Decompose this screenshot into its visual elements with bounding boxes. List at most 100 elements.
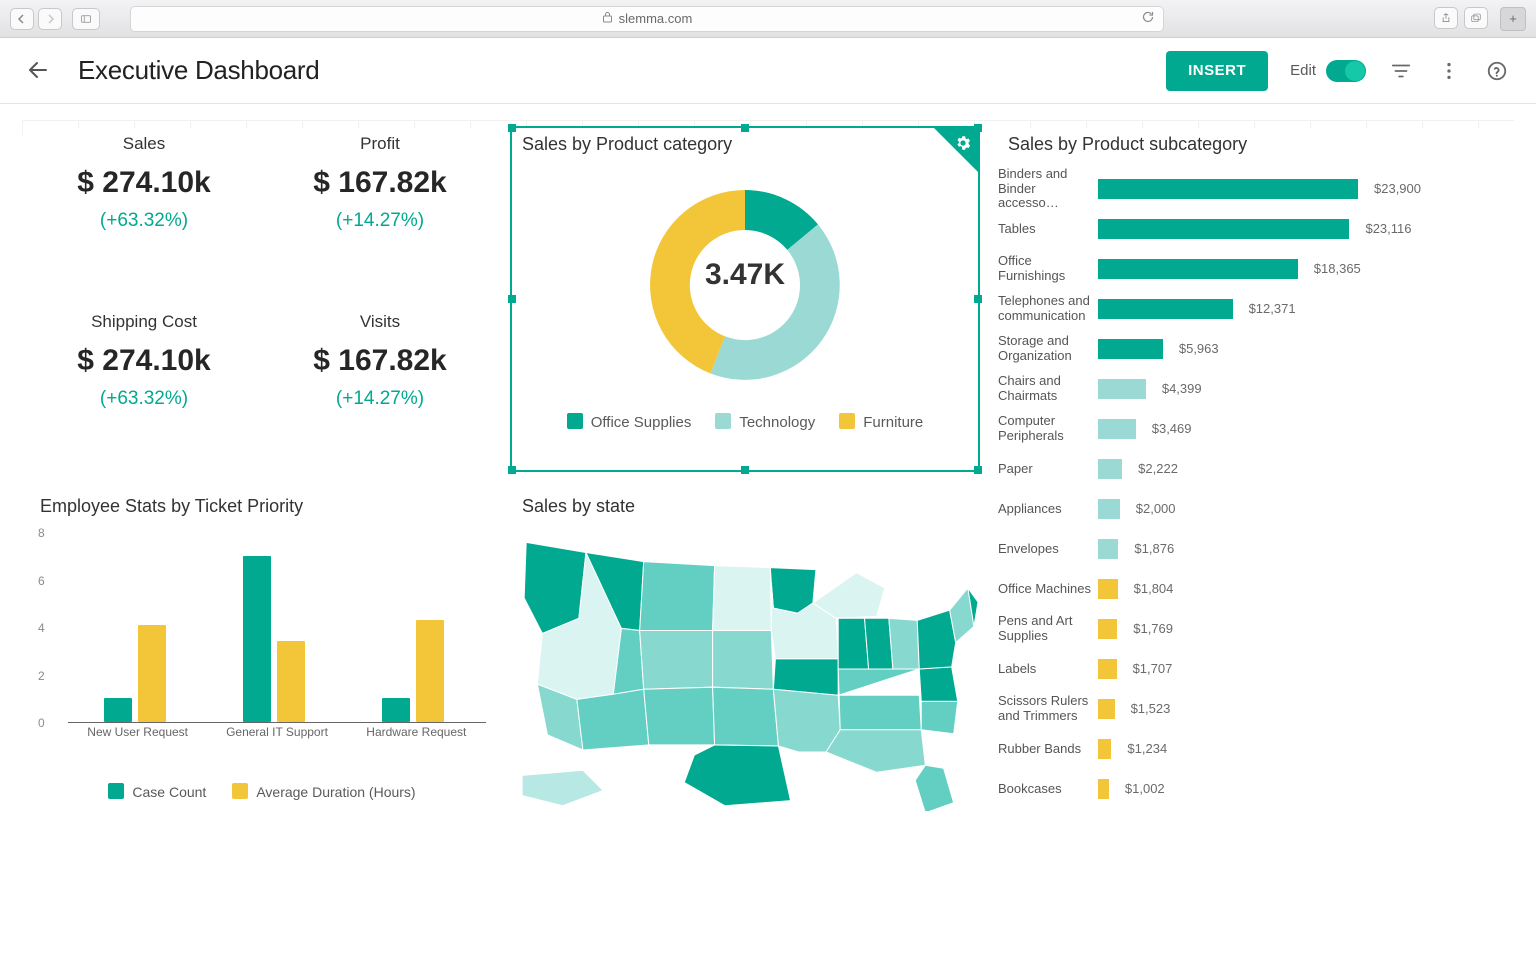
subcat-value: $1,523	[1131, 701, 1171, 716]
kpi-shipping[interactable]: Shipping Cost $ 274.10k (+63.32%)	[30, 306, 258, 462]
kpi-value: $ 274.10k	[30, 344, 258, 378]
subcat-label: Envelopes	[998, 542, 1098, 557]
browser-chrome: slemma.com +	[0, 0, 1536, 38]
widget-employee-stats[interactable]: Employee Stats by Ticket Priority 02468 …	[30, 490, 494, 820]
subcat-row: Pens and Art Supplies$1,769	[998, 609, 1506, 649]
subcat-value: $18,365	[1314, 261, 1361, 276]
kpi-sales[interactable]: Sales $ 274.10k (+63.32%)	[30, 128, 258, 284]
kpi-title: Shipping Cost	[30, 312, 258, 332]
new-tab-button[interactable]: +	[1500, 7, 1526, 31]
subcat-row: Computer Peripherals $3,469	[998, 409, 1506, 449]
subcat-bar	[1098, 579, 1118, 599]
y-tick: 6	[38, 574, 45, 588]
help-icon[interactable]	[1484, 58, 1510, 84]
subcat-label: Scissors Rulers and Trimmers	[998, 694, 1098, 724]
kpi-visits[interactable]: Visits $ 167.82k (+14.27%)	[266, 306, 494, 462]
browser-url-text: slemma.com	[619, 11, 693, 26]
widget-subcategory[interactable]: Sales by Product subcategory Binders and…	[998, 128, 1506, 828]
y-tick: 8	[38, 526, 45, 540]
kpi-delta: (+14.27%)	[266, 388, 494, 410]
subcat-bar	[1098, 739, 1111, 759]
subcat-label: Chairs and Chairmats	[998, 374, 1098, 404]
kpi-delta: (+14.27%)	[266, 210, 494, 232]
y-tick: 0	[38, 716, 45, 730]
subcat-bar	[1098, 299, 1233, 319]
legend-swatch	[108, 783, 124, 799]
subcat-title: Sales by Product subcategory	[1008, 134, 1506, 155]
subcat-value: $1,002	[1125, 781, 1165, 796]
subcat-label: Storage and Organization	[998, 334, 1098, 364]
x-label: Hardware Request	[351, 725, 481, 739]
subcat-value: $1,804	[1134, 581, 1174, 596]
reload-icon[interactable]	[1141, 10, 1155, 27]
more-icon[interactable]	[1436, 58, 1462, 84]
subcat-label: Binders and Binder accesso…	[998, 167, 1098, 212]
subcat-label: Tables	[998, 222, 1098, 237]
subcat-value: $5,963	[1179, 341, 1219, 356]
subcat-bar	[1098, 219, 1349, 239]
subcat-bar	[1098, 499, 1120, 519]
subcat-bar	[1098, 419, 1136, 439]
bar	[382, 698, 410, 722]
subcat-value: $2,000	[1136, 501, 1176, 516]
back-arrow-icon[interactable]	[26, 58, 52, 84]
subcat-label: Computer Peripherals	[998, 414, 1098, 444]
subcat-label: Office Machines	[998, 582, 1098, 597]
subcat-label: Telephones and communication	[998, 294, 1098, 324]
lock-icon	[602, 11, 613, 26]
share-button[interactable]	[1434, 7, 1458, 29]
subcat-value: $1,234	[1127, 741, 1167, 756]
kpi-title: Visits	[266, 312, 494, 332]
tabs-button[interactable]	[1464, 7, 1488, 29]
insert-button[interactable]: INSERT	[1166, 51, 1268, 91]
subcat-bar	[1098, 619, 1117, 639]
subcat-label: Labels	[998, 662, 1098, 677]
us-map	[512, 517, 978, 811]
legend-label: Average Duration (Hours)	[256, 784, 415, 800]
subcat-value: $3,469	[1152, 421, 1192, 436]
kpi-profit[interactable]: Profit $ 167.82k (+14.27%)	[266, 128, 494, 284]
subcat-row: Tables $23,116	[998, 209, 1506, 249]
subcat-value: $1,876	[1134, 541, 1174, 556]
subcat-row: Envelopes $1,876	[998, 529, 1506, 569]
sidebar-toggle-button[interactable]	[72, 8, 100, 30]
subcat-value: $2,222	[1138, 461, 1178, 476]
subcat-bar	[1098, 339, 1163, 359]
subcat-label: Appliances	[998, 502, 1098, 517]
kpi-title: Sales	[30, 134, 258, 154]
widget-map[interactable]: Sales by state	[512, 490, 978, 820]
subcat-row: Telephones and communication $12,371	[998, 289, 1506, 329]
subcat-label: Office Furnishings	[998, 254, 1098, 284]
x-label: New User Request	[73, 725, 203, 739]
subcat-row: Office Furnishings $18,365	[998, 249, 1506, 289]
widget-donut[interactable]: Sales by Product category 3.47K Office S…	[512, 128, 978, 470]
subcat-bar	[1098, 699, 1115, 719]
subcat-value: $23,116	[1365, 221, 1411, 236]
subcat-value: $23,900	[1374, 181, 1421, 196]
bar	[243, 556, 271, 722]
browser-url-bar[interactable]: slemma.com	[130, 6, 1164, 32]
donut-center-value: 3.47K	[705, 258, 785, 292]
subcat-bar	[1098, 459, 1122, 479]
bar	[104, 698, 132, 722]
kpi-value: $ 167.82k	[266, 344, 494, 378]
x-label: General IT Support	[212, 725, 342, 739]
subcat-label: Bookcases	[998, 782, 1098, 797]
map-title: Sales by state	[522, 496, 978, 517]
subcat-row: Appliances $2,000	[998, 489, 1506, 529]
subcat-bar	[1098, 539, 1118, 559]
browser-back-button[interactable]	[10, 8, 34, 30]
edit-toggle[interactable]	[1326, 60, 1366, 82]
subcat-value: $1,769	[1133, 621, 1173, 636]
gear-icon[interactable]	[954, 134, 972, 157]
subcat-bar	[1098, 659, 1117, 679]
app-toolbar: Executive Dashboard INSERT Edit	[0, 38, 1536, 104]
subcat-label: Paper	[998, 462, 1098, 477]
subcat-row: Scissors Rulers and Trimmers $1,523	[998, 689, 1506, 729]
subcat-value: $1,707	[1133, 661, 1173, 676]
subcat-value: $12,371	[1249, 301, 1296, 316]
subcat-bar	[1098, 379, 1146, 399]
subcat-row: Paper $2,222	[998, 449, 1506, 489]
browser-forward-button[interactable]	[38, 8, 62, 30]
filter-icon[interactable]	[1388, 58, 1414, 84]
